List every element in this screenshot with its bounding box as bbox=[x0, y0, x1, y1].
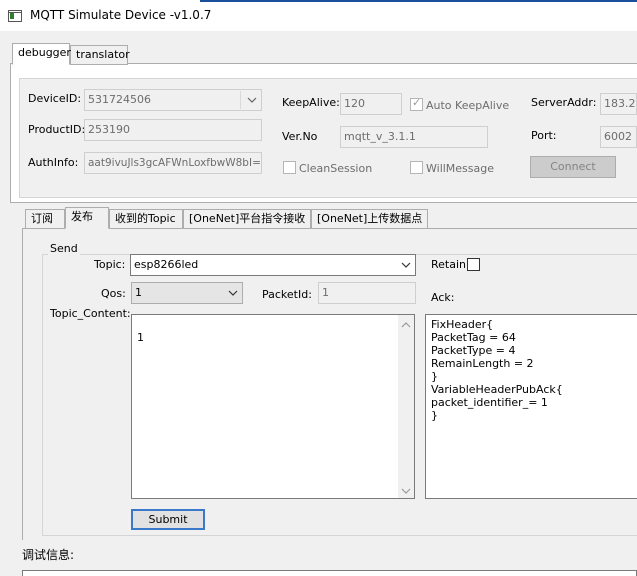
tab-publish[interactable]: 发布 bbox=[65, 207, 109, 229]
ack-label: Ack: bbox=[431, 291, 455, 304]
clean-session-label: CleanSession bbox=[299, 162, 373, 175]
device-id-value: 531724506 bbox=[88, 93, 151, 106]
clean-session-checkbox[interactable] bbox=[283, 161, 296, 174]
will-message-checkbox[interactable] bbox=[410, 161, 423, 174]
auth-info-field[interactable]: aat9ivuJls3gcAFWnLoxfbwW8bI= bbox=[84, 152, 262, 174]
scroll-up-arrow-icon[interactable] bbox=[401, 319, 411, 328]
port-label: Port: bbox=[531, 129, 557, 142]
debug-info-textarea[interactable] bbox=[22, 570, 637, 576]
chevron-down-icon[interactable] bbox=[247, 95, 257, 105]
connect-button[interactable]: Connect bbox=[530, 156, 616, 178]
topic-combobox[interactable]: esp8266led bbox=[130, 254, 416, 276]
auth-info-label: AuthInfo: bbox=[28, 156, 79, 169]
ver-label: Ver.No bbox=[282, 130, 318, 143]
tab-onenet-commands[interactable]: [OneNet]平台指令接收 bbox=[183, 209, 311, 229]
qos-label: Qos: bbox=[101, 287, 126, 300]
packet-id-field[interactable]: 1 bbox=[318, 282, 416, 304]
port-field[interactable]: 6002 bbox=[600, 126, 637, 148]
topic-label: Topic: bbox=[94, 258, 126, 271]
keepalive-field[interactable]: 120 bbox=[340, 93, 402, 115]
chevron-down-icon[interactable] bbox=[228, 288, 238, 298]
send-group-label: Send bbox=[48, 242, 80, 255]
topic-content-textarea[interactable]: 1 bbox=[131, 314, 415, 499]
qos-select[interactable]: 1 bbox=[131, 282, 243, 304]
submit-button[interactable]: Submit bbox=[131, 509, 205, 530]
tab-received-topic[interactable]: 收到的Topic bbox=[109, 209, 183, 229]
ver-field[interactable]: mqtt_v_3.1.1 bbox=[340, 126, 488, 148]
product-id-label: ProductID: bbox=[28, 123, 86, 136]
auto-keepalive-label: Auto KeepAlive bbox=[426, 99, 510, 112]
ack-textarea[interactable]: FixHeader{ PacketTag = 64 PacketType = 4… bbox=[425, 314, 637, 499]
retain-label: Retain bbox=[431, 258, 466, 271]
dropdown-divider bbox=[240, 91, 241, 109]
packet-id-label: PacketId: bbox=[262, 288, 312, 301]
server-addr-field[interactable]: 183.23 bbox=[600, 93, 637, 115]
tab-translator[interactable]: translator bbox=[70, 45, 130, 65]
topic-content-label: Topic_Content: bbox=[50, 307, 131, 320]
will-message-label: WillMessage bbox=[426, 162, 495, 175]
qos-value: 1 bbox=[135, 286, 142, 299]
tab-subscribe[interactable]: 订阅 bbox=[25, 209, 65, 229]
retain-checkbox[interactable] bbox=[467, 258, 480, 271]
product-id-field[interactable]: 253190 bbox=[84, 119, 262, 141]
content-scrollbar[interactable] bbox=[398, 315, 414, 498]
scroll-down-arrow-icon[interactable] bbox=[401, 485, 411, 494]
device-id-select[interactable]: 531724506 bbox=[84, 89, 262, 111]
topic-content-value: 1 bbox=[137, 331, 144, 344]
window-title: MQTT Simulate Device -v1.0.7 bbox=[30, 8, 212, 22]
auto-keepalive-checkbox[interactable] bbox=[410, 96, 423, 111]
tab-debugger[interactable]: debugger bbox=[12, 43, 71, 65]
topic-value: esp8266led bbox=[134, 258, 199, 271]
debug-info-label: 调试信息: bbox=[22, 548, 75, 562]
server-addr-label: ServerAddr: bbox=[531, 96, 597, 109]
tab-onenet-datapoints[interactable]: [OneNet]上传数据点 bbox=[311, 209, 428, 229]
keepalive-label: KeepAlive: bbox=[282, 96, 340, 109]
title-accent-strip bbox=[200, 0, 637, 2]
chevron-down-icon[interactable] bbox=[401, 260, 411, 270]
device-id-label: DeviceID: bbox=[28, 92, 82, 105]
window-app-icon bbox=[8, 10, 22, 22]
